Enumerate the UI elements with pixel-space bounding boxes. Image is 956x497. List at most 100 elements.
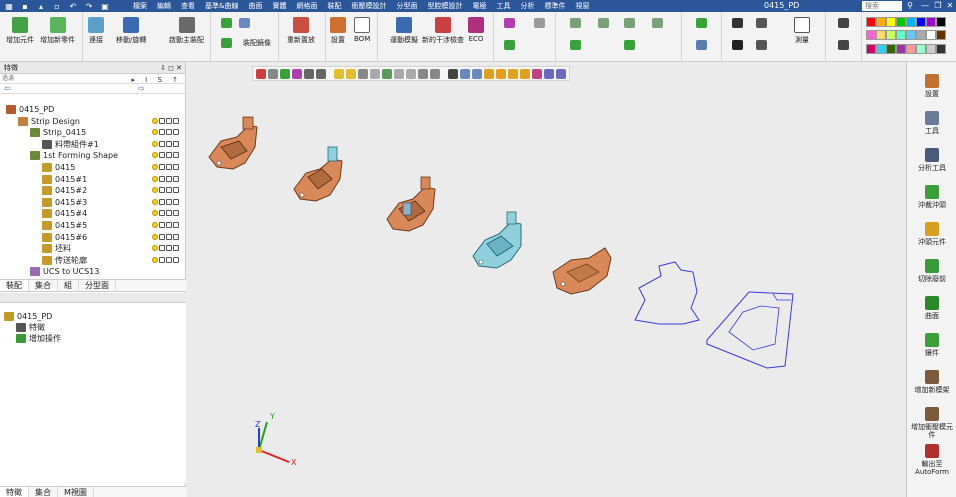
history-item[interactable]: 0415_PD [4, 311, 52, 322]
visibility-bulb-icon[interactable] [152, 245, 158, 252]
panel-header-buttons[interactable]: ⇩ ◻ ✕ [160, 62, 182, 74]
back-arrow-icon[interactable]: ⇦ [4, 84, 11, 94]
visibility-toggles[interactable] [152, 164, 180, 170]
state-box-icon[interactable] [166, 164, 172, 170]
minimize-button[interactable]: — [918, 0, 932, 12]
trim-icon[interactable] [534, 18, 545, 28]
tree-item[interactable]: 0415#5 [42, 220, 87, 231]
state-flag-icon[interactable] [173, 117, 179, 124]
tree-item[interactable]: 传送轮廓 [42, 255, 87, 266]
right-tool-button[interactable]: 增加新模架 [907, 370, 956, 394]
strip-part-1[interactable] [208, 116, 258, 170]
solid-cut-icon[interactable] [652, 18, 663, 28]
visibility-bulb-icon[interactable] [152, 187, 158, 194]
visibility-toggles[interactable] [152, 117, 180, 124]
filter-input[interactable] [0, 74, 150, 83]
add-component-button[interactable]: 增加元件 [6, 17, 34, 45]
filter-tools[interactable]: ▸ I S ↑ [131, 76, 182, 84]
motion-sim-button[interactable]: 運動模擬 [390, 17, 418, 45]
color-swatch[interactable] [916, 43, 926, 54]
color-swatch[interactable] [916, 30, 926, 41]
tree-item[interactable]: 0415_PD [6, 104, 54, 115]
add-new-part-button[interactable]: 增加新零件 [40, 17, 75, 45]
menu-mold-design[interactable]: 型腔模設計 [422, 0, 467, 12]
visibility-bulb-icon[interactable] [152, 152, 158, 159]
symbol-icon[interactable] [756, 40, 767, 50]
state-box-icon[interactable] [166, 198, 172, 205]
solid-extrude-icon[interactable] [598, 18, 609, 28]
visibility-toggles[interactable] [152, 245, 180, 252]
state-box-icon[interactable] [166, 129, 172, 136]
reposition-button[interactable]: 重新置放 [287, 17, 315, 45]
state-flag-icon[interactable] [173, 222, 179, 228]
state-box-icon[interactable] [159, 152, 165, 159]
tree-item[interactable]: 0415#3 [42, 197, 87, 208]
tree-item[interactable]: 坯料 [42, 243, 71, 254]
tree-item[interactable]: 0415#1 [42, 174, 87, 185]
history-item[interactable]: 特徵 [16, 322, 45, 333]
menu-datum-curve[interactable]: 基準&曲線 [200, 0, 243, 12]
color-swatch[interactable] [896, 17, 906, 27]
tree-item[interactable]: UCS to UCS13 [30, 266, 99, 277]
state-flag-icon[interactable] [173, 245, 179, 252]
strip-part-2[interactable] [293, 146, 343, 202]
color-swatch[interactable] [866, 43, 876, 54]
color-swatch[interactable] [916, 17, 926, 27]
mirror-icon[interactable] [239, 18, 250, 28]
fillet-icon[interactable] [570, 40, 581, 50]
state-box-icon[interactable] [166, 256, 172, 263]
redo-icon[interactable]: ↷ [82, 1, 96, 11]
right-tool-button[interactable]: 工具 [907, 111, 956, 135]
color-swatch[interactable] [896, 30, 906, 41]
eco-button[interactable]: ECO [468, 17, 484, 43]
tab-collections[interactable]: 集合 [29, 487, 58, 497]
visibility-toggles[interactable] [152, 256, 180, 263]
visibility-toggles[interactable] [152, 140, 180, 147]
visibility-bulb-icon[interactable] [152, 198, 158, 205]
color-swatch[interactable] [926, 17, 936, 27]
state-box-icon[interactable] [166, 245, 172, 252]
measure-button[interactable]: 測量 [794, 17, 810, 45]
connect-button[interactable]: 連接 [88, 17, 104, 45]
text-icon[interactable] [732, 40, 743, 50]
transfer-outline[interactable] [706, 291, 794, 369]
zoom-icon[interactable] [838, 18, 849, 28]
visibility-bulb-icon[interactable] [152, 164, 158, 170]
visibility-bulb-icon[interactable] [152, 140, 158, 147]
search-input[interactable] [862, 1, 902, 11]
strip-part-4-selected[interactable] [472, 211, 522, 269]
right-tool-button[interactable]: 沖頭元件 [907, 222, 956, 246]
bom-button[interactable]: BOM [354, 17, 370, 43]
menu-assembly[interactable]: 裝配 [322, 0, 346, 12]
state-flag-icon[interactable] [173, 140, 179, 147]
undo-icon[interactable]: ↶ [66, 1, 80, 11]
state-box-icon[interactable] [159, 198, 165, 205]
tab-groups[interactable]: 組 [58, 280, 79, 291]
visibility-bulb-icon[interactable] [152, 233, 158, 240]
state-box-icon[interactable] [159, 117, 165, 124]
tree-item[interactable]: Strip_0415 [30, 127, 86, 138]
save-icon[interactable]: ▪ [18, 1, 32, 11]
visibility-toggles[interactable] [152, 233, 180, 240]
state-flag-icon[interactable] [173, 256, 179, 263]
tree-item[interactable]: 0415 [42, 162, 75, 173]
tree-item[interactable]: 0415#4 [42, 208, 87, 219]
state-box-icon[interactable] [166, 140, 172, 147]
tab-parting[interactable]: 分型面 [79, 280, 116, 291]
color-swatch[interactable] [906, 43, 916, 54]
tab-sets[interactable]: 集合 [29, 280, 58, 291]
solid-box-icon[interactable] [570, 18, 581, 28]
activate-master-button[interactable]: 啟動主裝配 [169, 17, 204, 45]
visibility-bulb-icon[interactable] [152, 175, 158, 182]
state-box-icon[interactable] [166, 210, 172, 217]
tree-item[interactable]: 1st Forming Shape [30, 150, 118, 161]
close-button[interactable]: ✕ [943, 0, 956, 12]
print-icon[interactable]: ▫ [50, 1, 64, 11]
state-flag-icon[interactable] [173, 187, 179, 194]
right-tool-button[interactable]: 曲面 [907, 296, 956, 320]
history-item[interactable]: 增加操作 [16, 333, 61, 344]
color-swatch[interactable] [886, 43, 896, 54]
visibility-bulb-icon[interactable] [152, 256, 158, 263]
interference-check-button[interactable]: 新的干涉檢查 [422, 17, 464, 45]
settings-button[interactable]: 設置 [330, 17, 346, 45]
